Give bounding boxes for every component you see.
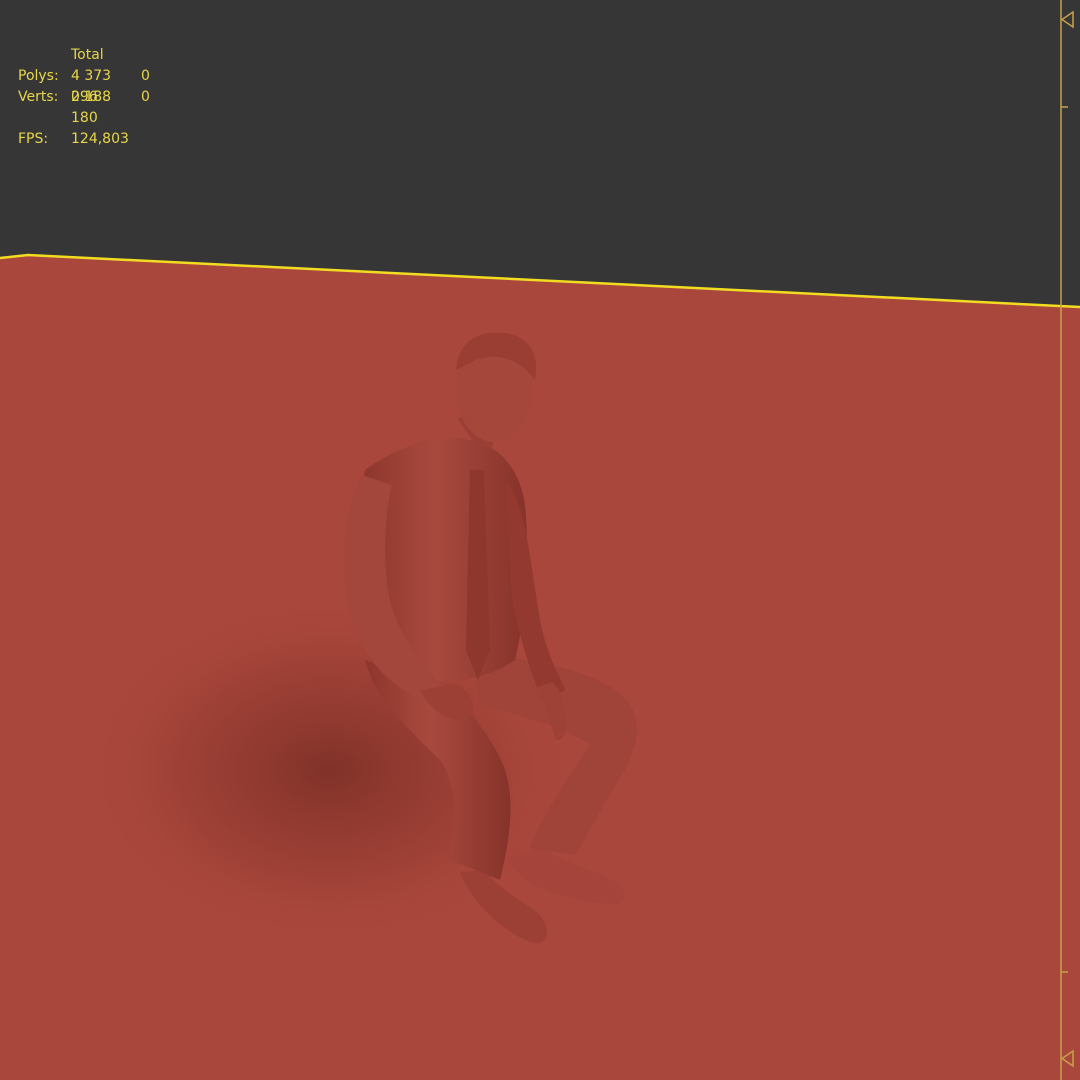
stats-header: Total [71,47,104,63]
fps-value: 124,803 [71,131,129,147]
polys-total: 4 373 096 [71,68,112,105]
3d-viewport[interactable] [0,0,1080,1080]
viewport-statistics-overlay: Total Polys: 4 373 096 0 Verts: 2 188 18… [18,45,161,150]
stats-verts-row: Verts: 2 188 180 0 [18,87,161,126]
verts-label: Verts: [18,89,59,105]
stats-header-row: Total [18,45,161,66]
stats-fps-row: FPS: 124,803 [18,129,161,150]
stats-polys-row: Polys: 4 373 096 0 [18,66,161,105]
polys-label: Polys: [18,68,59,84]
verts-selected: 0 [141,89,150,105]
viewport-canvas[interactable] [0,0,1080,1080]
verts-total: 2 188 180 [71,89,112,126]
polys-selected: 0 [141,68,150,84]
fps-label: FPS: [18,131,49,147]
